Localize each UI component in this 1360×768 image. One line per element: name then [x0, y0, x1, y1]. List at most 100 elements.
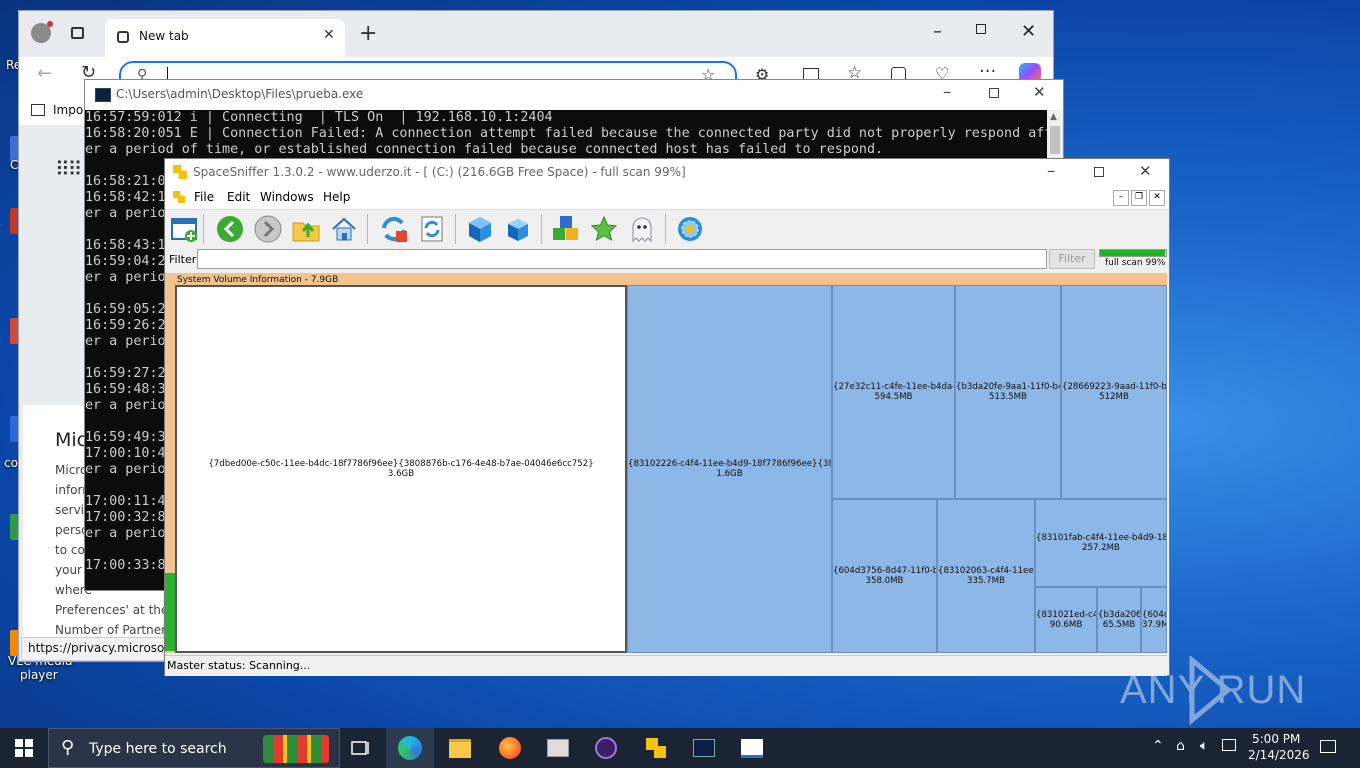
- edge-taskbar-icon[interactable]: [386, 728, 434, 768]
- treemap-cell[interactable]: {604d 37.9M: [1141, 587, 1167, 653]
- ss-minimize-icon[interactable]: –: [1047, 161, 1055, 180]
- console-close-icon[interactable]: ✕: [1033, 83, 1046, 101]
- home-icon[interactable]: [329, 214, 359, 244]
- scroll-thumb[interactable]: [1050, 126, 1060, 154]
- filter-input[interactable]: [197, 249, 1047, 269]
- tray-chevron-icon[interactable]: ⌃: [1152, 738, 1164, 754]
- import-favorites-icon[interactable]: [31, 104, 45, 116]
- cell-name: {83101fab-c4f4-11ee-b4d9-18f7: [1036, 533, 1166, 543]
- privacy-heading: Mic: [55, 429, 88, 451]
- clock-date[interactable]: 2/14/2026: [1248, 748, 1310, 762]
- treemap-cell[interactable]: {28669223-9aad-11f0-b4f 512MB: [1061, 285, 1167, 499]
- taskbar-search-box[interactable]: ⚲ Type here to search: [48, 728, 340, 768]
- maximize-icon[interactable]: [976, 24, 986, 34]
- refresh-scan-icon[interactable]: [379, 214, 409, 244]
- menu-edit[interactable]: Edit: [227, 190, 250, 204]
- app-window-icon[interactable]: [534, 728, 582, 768]
- refresh-icon[interactable]: [417, 214, 447, 244]
- forward-arrow-icon[interactable]: [253, 214, 283, 244]
- treemap-cell[interactable]: {b3da20fe-9aa1-11f0-b4f 513.5MB: [955, 285, 1061, 499]
- start-button[interactable]: [0, 728, 48, 768]
- network-icon[interactable]: [1222, 739, 1236, 751]
- treemap-cell[interactable]: {83102063-c4f4-11ee-b 335.7MB: [937, 499, 1035, 653]
- edge-tab-bar: New tab ✕ + – ✕: [19, 11, 1053, 57]
- menu-help[interactable]: Help: [323, 190, 350, 204]
- new-tab-page-icon: [117, 31, 129, 43]
- cell-name: {b3da206: [1098, 610, 1140, 620]
- cell-size: 594.5MB: [874, 392, 913, 402]
- close-tab-icon[interactable]: ✕: [323, 27, 335, 43]
- cell-name: {604d3756-8d47-11f0-b4: [833, 566, 936, 576]
- file-explorer-icon[interactable]: [436, 728, 484, 768]
- watermark-text: ANY RUN: [1120, 668, 1307, 712]
- treemap[interactable]: System Volume Information - 7.9GB {7dbed…: [165, 273, 1167, 653]
- app-circle-icon[interactable]: [582, 728, 630, 768]
- ss-close-icon[interactable]: ✕: [1139, 162, 1152, 180]
- volume-icon[interactable]: 🔈︎: [1200, 738, 1208, 754]
- minimize-icon[interactable]: –: [933, 21, 942, 42]
- filter-label: Filter: [169, 253, 197, 266]
- spacesniffer-window: SpaceSniffer 1.3.0.2 - www.uderzo.it - […: [164, 158, 1170, 676]
- status-url-bar: https://privacy.microsoft.c: [21, 637, 165, 661]
- firefox-icon[interactable]: [486, 728, 534, 768]
- privacy-line: Micro: [55, 463, 88, 477]
- cell-size: 90.6MB: [1049, 620, 1083, 630]
- zoom-in-cube-icon[interactable]: [465, 214, 495, 244]
- tab-new-tab[interactable]: New tab ✕: [105, 19, 345, 57]
- close-icon[interactable]: ✕: [1021, 21, 1036, 42]
- treemap-cell[interactable]: {604d3756-8d47-11f0-b4 358.0MB: [832, 499, 937, 653]
- tab-actions-icon[interactable]: [71, 27, 84, 39]
- scroll-up-icon[interactable]: ▲: [1050, 112, 1057, 122]
- cell-name: {28669223-9aad-11f0-b4f: [1062, 382, 1166, 392]
- mdi-close-icon[interactable]: ✕: [1149, 190, 1165, 206]
- ghost-icon[interactable]: [627, 214, 657, 244]
- ss-maximize-icon[interactable]: [1094, 167, 1104, 177]
- treemap-cell[interactable]: {b3da206 65.5MB: [1097, 587, 1141, 653]
- new-tab-icon[interactable]: +: [359, 21, 377, 46]
- cell-name: {83102226-c4f4-11ee-b4d9-18f7786f96ee}{3…: [628, 459, 831, 469]
- console-title: C:\Users\admin\Desktop\Files\prueba.exe: [116, 87, 364, 101]
- cell-name: {7dbed00e-c50c-11ee-b4dc-18f7786f96ee}{3…: [208, 459, 594, 469]
- ss-title: SpaceSniffer 1.3.0.2 - www.uderzo.it - […: [193, 165, 686, 179]
- back-icon[interactable]: ←: [37, 63, 52, 84]
- mdi-restore-icon[interactable]: ❐: [1131, 190, 1147, 206]
- task-view-icon[interactable]: [336, 728, 384, 768]
- cell-size: 257.2MB: [1082, 543, 1120, 553]
- treemap-cell[interactable]: {7dbed00e-c50c-11ee-b4dc-18f7786f96ee}{3…: [175, 285, 627, 653]
- new-scan-window-icon[interactable]: [169, 214, 199, 244]
- treemap-cell[interactable]: {27e32c11-c4fe-11ee-b4da-18 594.5MB: [832, 285, 955, 499]
- taskbar-search-placeholder: Type here to search: [89, 741, 227, 757]
- clock-time[interactable]: 5:00 PM: [1252, 732, 1300, 746]
- treemap-cell[interactable]: {83101fab-c4f4-11ee-b4d9-18f7 257.2MB: [1035, 499, 1167, 587]
- notification-icon[interactable]: [1320, 740, 1336, 753]
- cell-size: 358.0MB: [865, 576, 904, 586]
- tag-blocks-icon[interactable]: [551, 214, 581, 244]
- treemap-green-edge: [165, 573, 175, 651]
- parent-folder-icon[interactable]: [291, 214, 321, 244]
- console-taskbar-icon[interactable]: [680, 728, 728, 768]
- treemap-cell[interactable]: {831021ed-c4f 90.6MB: [1035, 587, 1097, 653]
- import-favorites-link[interactable]: Impor: [53, 103, 88, 117]
- console-line: 16:58:20:051 E | Connection Failed: A co…: [85, 126, 1047, 141]
- menu-file[interactable]: File: [194, 190, 214, 204]
- mdi-minimize-icon[interactable]: –: [1113, 190, 1129, 206]
- settings-flower-icon[interactable]: [675, 214, 705, 244]
- apps-grid-icon[interactable]: ⠿⠿: [55, 157, 82, 181]
- spacesniffer-taskbar-icon[interactable]: [632, 728, 680, 768]
- toolbar-separator: [367, 214, 368, 244]
- tray-app-icon[interactable]: ⌂: [1176, 738, 1185, 754]
- installer-icon[interactable]: [728, 728, 776, 768]
- favorites-star-icon[interactable]: [589, 214, 619, 244]
- ss-toolbar: [165, 209, 1169, 250]
- console-maximize-icon[interactable]: [989, 88, 999, 98]
- console-title-bar: C:\Users\admin\Desktop\Files\prueba.exe …: [85, 80, 1063, 110]
- console-minimize-icon[interactable]: –: [943, 82, 951, 101]
- back-arrow-icon[interactable]: [215, 214, 245, 244]
- menu-windows[interactable]: Windows: [260, 190, 314, 204]
- filter-button[interactable]: Filter: [1049, 249, 1095, 269]
- console-line: er a period of time, or established conn…: [85, 142, 884, 157]
- treemap-cell[interactable]: {83102226-c4f4-11ee-b4d9-18f7786f96ee}{3…: [627, 285, 832, 653]
- ss-menu-bar: File Edit Windows Help – ❐ ✕: [165, 187, 1169, 209]
- zoom-out-cube-icon[interactable]: [503, 214, 533, 244]
- notification-dot-icon: [47, 21, 53, 27]
